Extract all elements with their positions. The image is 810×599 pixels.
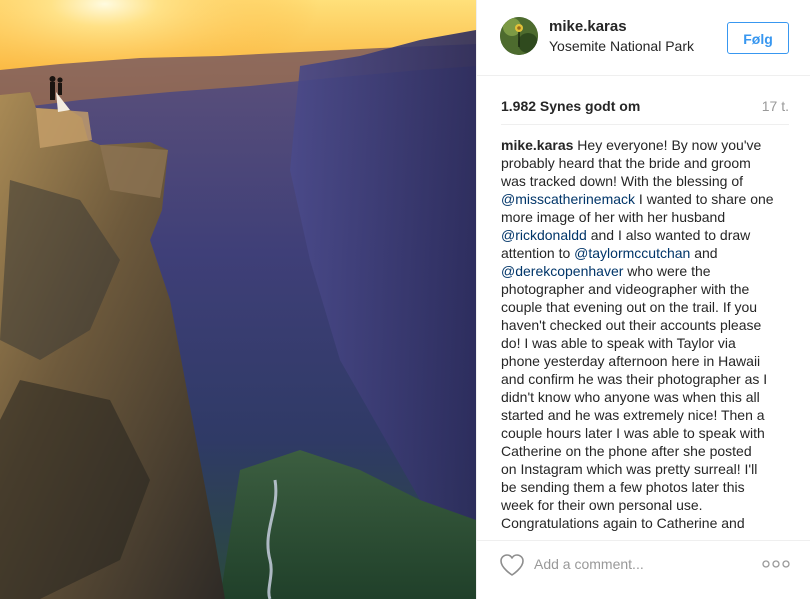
caption-text: couple hours later I was able to speak w… [501,425,765,441]
comment-bar [477,540,810,599]
caption-line: be sending them a few photos later this [501,478,791,496]
caption-line: on Instagram which was pretty surreal! I… [501,460,791,478]
caption-line: phone yesterday afternoon here in Hawaii [501,352,791,370]
caption-text: haven't checked out their accounts pleas… [501,317,762,333]
caption-mention-link[interactable]: @rickdonaldd [501,227,587,243]
caption-text: and confirm he was their photographer as… [501,371,768,387]
caption-line: Catherine on the phone after she posted [501,442,791,460]
caption-mention-link[interactable]: @taylormccutchan [574,245,690,261]
caption-text: and I also wanted to draw [586,227,751,243]
caption-text: week for their own personal use. [501,497,703,513]
caption-line: couple hours later I was able to speak w… [501,424,791,442]
caption-line: probably heard that the bride and groom [501,154,791,172]
divider [501,124,789,125]
comment-input[interactable] [534,553,734,575]
caption-line: @misscatherinemack I wanted to share one [501,190,791,208]
caption-text: probably heard that the bride and groom [501,155,751,171]
caption-line: week for their own personal use. [501,496,791,514]
caption-text: be sending them a few photos later this [501,479,745,495]
caption-line: started and he was extremely nice! Then … [501,406,791,424]
caption-mention-link[interactable]: @derekcopenhaver [501,263,623,279]
caption-text: phone yesterday afternoon here in Hawaii [501,353,761,369]
caption-mention-link[interactable]: @misscatherinemack [501,191,635,207]
caption-text: photographer and videographer with the [501,281,750,297]
caption-text: I wanted to share one [635,191,774,207]
caption-text: more image of her with her husband [501,209,726,225]
caption-text: who were the [623,263,711,279]
caption-line: more image of her with her husband [501,208,791,226]
caption-text: on Instagram which was pretty surreal! I… [501,461,758,477]
caption-line: photographer and videographer with the [501,280,791,298]
caption-text: and [690,245,718,261]
more-options-icon[interactable] [762,559,790,569]
caption-line: haven't checked out their accounts pleas… [501,316,791,334]
heart-outline-icon[interactable] [499,553,525,577]
post-header: mike.karas Yosemite National Park Følg [477,0,810,76]
likes-row: 1.982 Synes godt om 17 t. [501,98,789,116]
caption-line: and confirm he was their photographer as… [501,370,791,388]
caption-text: didn't know who anyone was when this all [501,389,760,405]
post-username[interactable]: mike.karas [549,18,627,35]
caption-text: Congratulations again to Catherine and [501,515,745,531]
caption-line: @rickdonaldd and I also wanted to draw [501,226,791,244]
post-photo[interactable] [0,0,476,599]
caption-text: Catherine on the phone after she posted [501,443,752,459]
caption-text: attention to [501,245,575,261]
instagram-post: mike.karas Yosemite National Park Følg 1… [0,0,810,599]
follow-button[interactable]: Følg [727,22,789,54]
caption-line: Congratulations again to Catherine and [501,514,791,532]
caption-line: do! I was able to speak with Taylor via [501,334,791,352]
avatar-image [500,17,538,55]
caption-text: Hey everyone! By now you've [577,137,762,153]
post-sidebar: mike.karas Yosemite National Park Følg 1… [476,0,810,599]
avatar[interactable] [500,17,538,55]
caption-line: attention to @taylormccutchan and [501,244,791,262]
caption-line: was tracked down! With the blessing of [501,172,791,190]
caption-line: @derekcopenhaver who were the [501,262,791,280]
caption-text: was tracked down! With the blessing of [501,173,744,189]
caption-line: didn't know who anyone was when this all [501,388,791,406]
caption-text: do! I was able to speak with Taylor via [501,335,736,351]
caption-line: mike.karas Hey everyone! By now you've [501,136,791,154]
caption-text: started and he was extremely nice! Then … [501,407,765,423]
post-timestamp[interactable]: 17 t. [762,98,789,114]
post-photo-image [0,0,476,599]
caption-username[interactable]: mike.karas [501,137,573,153]
post-location[interactable]: Yosemite National Park [549,38,694,54]
likes-count[interactable]: 1.982 Synes godt om [501,98,640,114]
caption-line: couple that evening out on the trail. If… [501,298,791,316]
caption-text: couple that evening out on the trail. If… [501,299,758,315]
post-caption: mike.karas Hey everyone! By now you've pr… [501,136,791,532]
